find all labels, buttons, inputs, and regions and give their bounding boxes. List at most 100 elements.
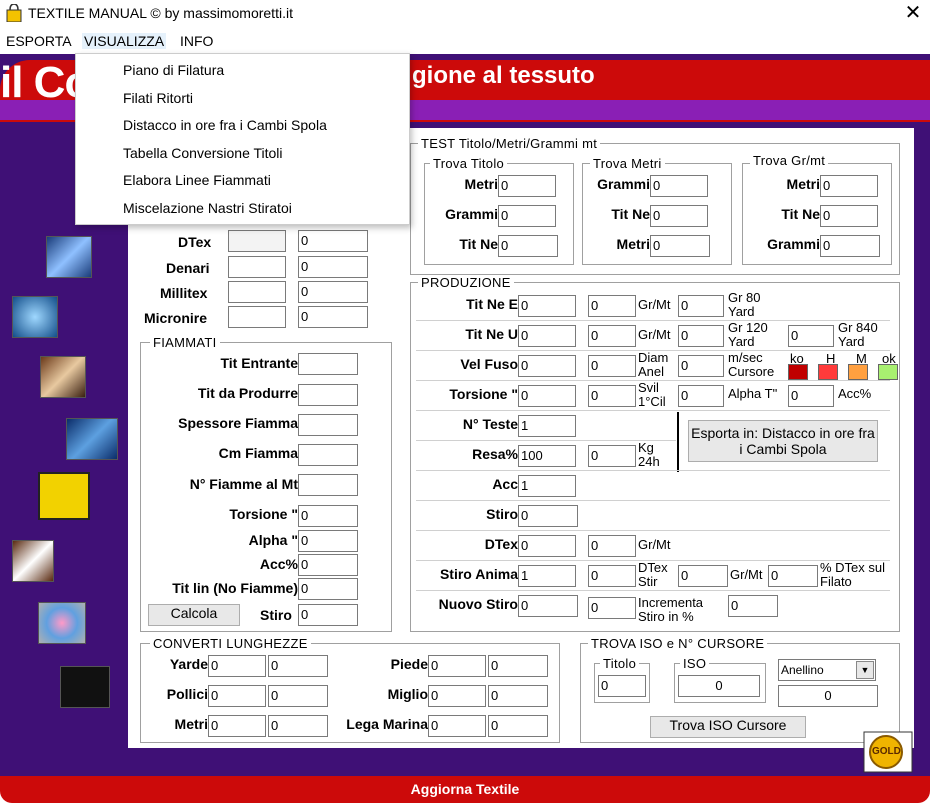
tit-lin-input[interactable]: 0 (298, 578, 358, 600)
tg-metri-input[interactable]: 0 (820, 175, 878, 197)
metri-conv-input[interactable]: 0 (208, 715, 266, 737)
spool-icon[interactable] (40, 356, 86, 398)
alpha-t-input[interactable]: 0 (678, 385, 724, 407)
tit-ne-e-grmt[interactable]: 0 (588, 295, 636, 317)
metri-conv-result[interactable]: 0 (268, 715, 328, 737)
menu-filati-ritorti[interactable]: Filati Ritorti (123, 90, 193, 106)
anellino-value-input[interactable]: 0 (778, 685, 878, 707)
denari-input[interactable] (228, 256, 286, 278)
tm-titne-input[interactable]: 0 (650, 205, 708, 227)
tm-grammi-input[interactable]: 0 (650, 175, 708, 197)
yarde-input[interactable]: 0 (208, 655, 266, 677)
sewing-icon[interactable] (60, 666, 110, 708)
iso-value[interactable]: 0 (678, 675, 760, 697)
label-grmt-1: Gr/Mt (638, 297, 671, 312)
dtex-stir-input[interactable]: 0 (588, 565, 636, 587)
pollici-result[interactable]: 0 (268, 685, 328, 707)
tg-titne-input[interactable]: 0 (820, 205, 878, 227)
tm-metri-input[interactable]: 0 (650, 235, 710, 257)
tit-ne-u-input[interactable]: 0 (518, 325, 576, 347)
stiro-fiammati-input[interactable]: 0 (298, 604, 358, 626)
menu-esporta[interactable]: ESPORTA (4, 33, 74, 49)
grmt-anima-input[interactable]: 0 (678, 565, 728, 587)
incrementa-value[interactable]: 0 (728, 595, 778, 617)
tg-grammi-input[interactable]: 0 (820, 235, 880, 257)
torsione-prod-input[interactable]: 0 (518, 385, 576, 407)
n-teste-input[interactable]: 1 (518, 415, 576, 437)
menu-miscelazione[interactable]: Miscelazione Nastri Stiratoi (123, 200, 292, 216)
acc-fiammati-input[interactable]: 0 (298, 554, 358, 576)
menu-piano-filatura[interactable]: Piano di Filatura (123, 62, 224, 78)
bobbins-icon[interactable] (12, 540, 54, 582)
tit-da-produrre-input[interactable] (298, 384, 358, 406)
pollici-input[interactable]: 0 (208, 685, 266, 707)
alpha-fiammati-input[interactable]: 0 (298, 530, 358, 552)
menu-visualizza[interactable]: VISUALIZZA (82, 33, 167, 49)
diam-anel-input[interactable]: 0 (588, 355, 636, 377)
pct-dtex-input[interactable]: 0 (768, 565, 818, 587)
incrementa-input[interactable]: 0 (588, 597, 636, 619)
label-alpha-t: Alpha T" (728, 386, 778, 401)
update-button-label[interactable]: Aggiorna Textile (0, 781, 930, 797)
nuovo-stiro-input[interactable]: 0 (518, 595, 578, 617)
gr120-input[interactable]: 0 (678, 325, 724, 347)
calculator-icon[interactable] (38, 472, 90, 520)
menu-bar: ESPORTA VISUALIZZA INFO (0, 29, 930, 53)
iso-titolo-input[interactable]: 0 (598, 675, 646, 697)
stiro-anima-input[interactable]: 1 (518, 565, 576, 587)
dtex-grmt-input[interactable]: 0 (588, 535, 636, 557)
menu-linee-fiammati[interactable]: Elabora Linee Fiammati (123, 172, 271, 188)
calcola-button[interactable]: Calcola (148, 604, 240, 626)
micronire-value[interactable]: 0 (298, 306, 368, 328)
tt-metri-input[interactable]: 0 (498, 175, 556, 197)
trova-iso-cursore-button[interactable]: Trova ISO Cursore (650, 716, 806, 738)
acc-input[interactable]: 1 (518, 475, 576, 497)
menu-distacco[interactable]: Distacco in ore fra i Cambi Spola (123, 117, 327, 133)
window-title: TEXTILE MANUAL © by massimomoretti.it (28, 5, 293, 21)
gr80-input[interactable]: 0 (678, 295, 724, 317)
menu-tabella-conversione[interactable]: Tabella Conversione Titoli (123, 145, 283, 161)
svil-input[interactable]: 0 (588, 385, 636, 407)
label-stiro-anima: Stiro Anima (439, 566, 518, 582)
millitex-input[interactable] (228, 281, 286, 303)
label-dtex-stir: DTex Stir (638, 560, 668, 589)
gr840-input[interactable]: 0 (788, 325, 834, 347)
resa-input[interactable]: 100 (518, 445, 576, 467)
menu-info[interactable]: INFO (178, 33, 215, 49)
spinning-icon[interactable] (46, 236, 92, 278)
millitex-value[interactable]: 0 (298, 281, 368, 303)
close-icon[interactable]: ✕ (904, 1, 922, 25)
yarn-icon[interactable] (66, 418, 118, 460)
tt-grammi-input[interactable]: 0 (498, 205, 556, 227)
msec-input[interactable]: 0 (678, 355, 724, 377)
dtex-prod-input[interactable]: 0 (518, 535, 576, 557)
cd-icon[interactable] (38, 602, 86, 644)
miglio-result[interactable]: 0 (488, 685, 548, 707)
miglio-input[interactable]: 0 (428, 685, 486, 707)
dtex-input[interactable] (228, 230, 286, 252)
lega-marina-input[interactable]: 0 (428, 715, 486, 737)
tt-titne-input[interactable]: 0 (498, 235, 558, 257)
n-fiamme-input[interactable] (298, 474, 358, 496)
micronire-input[interactable] (228, 306, 286, 328)
piede-result[interactable]: 0 (488, 655, 548, 677)
piede-input[interactable]: 0 (428, 655, 486, 677)
chevron-down-icon[interactable]: ▼ (856, 661, 874, 679)
gears-icon[interactable] (12, 296, 58, 338)
vel-fuso-input[interactable]: 0 (518, 355, 576, 377)
torsione-fiammati-input[interactable]: 0 (298, 505, 358, 527)
acc-prod-input[interactable]: 0 (788, 385, 834, 407)
cm-fiamma-input[interactable] (298, 444, 358, 466)
tit-entrante-input[interactable] (298, 353, 358, 375)
title-bar: TEXTILE MANUAL © by massimomoretti.it ✕ (0, 0, 930, 28)
stiro-prod-input[interactable]: 0 (518, 505, 578, 527)
kg24h-input[interactable]: 0 (588, 445, 636, 467)
esporta-distacco-button[interactable]: Esporta in: Distacco in ore fra i Cambi … (688, 420, 878, 462)
tit-ne-u-grmt[interactable]: 0 (588, 325, 636, 347)
spessore-fiamma-input[interactable] (298, 414, 358, 436)
tit-ne-e-input[interactable]: 0 (518, 295, 576, 317)
dtex-value[interactable]: 0 (298, 230, 368, 252)
lega-marina-result[interactable]: 0 (488, 715, 548, 737)
denari-value[interactable]: 0 (298, 256, 368, 278)
yarde-result[interactable]: 0 (268, 655, 328, 677)
